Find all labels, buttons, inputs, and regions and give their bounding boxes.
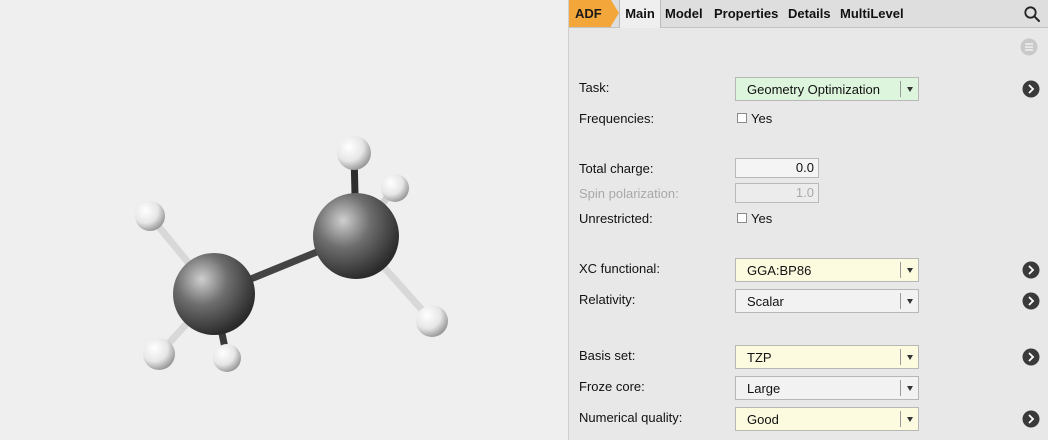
tab-properties[interactable]: Properties	[714, 0, 778, 27]
hydrogen-atom[interactable]	[416, 305, 448, 337]
tab-bar: ADF Main Model Properties Details MultiL…	[569, 0, 1048, 28]
hydrogen-atom[interactable]	[213, 344, 241, 372]
spin-polarization-input: 1.0	[735, 183, 819, 203]
molecule-viewport[interactable]	[0, 0, 568, 440]
task-details-button[interactable]	[1022, 80, 1040, 98]
chevron-down-icon	[907, 87, 913, 92]
numerical-quality-details-button[interactable]	[1022, 410, 1040, 428]
froze-core-label: Froze core:	[579, 379, 645, 394]
relativity-details-button[interactable]	[1022, 292, 1040, 310]
numerical-quality-value: Good	[747, 412, 779, 427]
froze-core-select[interactable]: Large	[735, 376, 919, 400]
dropdown-separator	[900, 411, 901, 427]
dropdown-separator	[900, 349, 901, 365]
adf-settings-panel: ADF Main Model Properties Details MultiL…	[568, 0, 1048, 440]
chevron-down-icon	[907, 268, 913, 273]
chevron-down-icon	[907, 386, 913, 391]
tab-main[interactable]: Main	[619, 0, 661, 28]
dropdown-separator	[900, 81, 901, 97]
dropdown-separator	[900, 293, 901, 309]
spin-polarization-label: Spin polarization:	[579, 186, 679, 201]
basis-set-select[interactable]: TZP	[735, 345, 919, 369]
xc-functional-label: XC functional:	[579, 261, 660, 276]
carbon-atom[interactable]	[173, 253, 255, 335]
xc-functional-value: GGA:BP86	[747, 263, 812, 278]
dropdown-separator	[900, 262, 901, 278]
frequencies-checkbox[interactable]	[737, 113, 747, 123]
hydrogen-atom[interactable]	[381, 174, 409, 202]
basis-set-details-button[interactable]	[1022, 348, 1040, 366]
task-value: Geometry Optimization	[747, 82, 880, 97]
relativity-value: Scalar	[747, 294, 784, 309]
froze-core-value: Large	[747, 381, 781, 396]
unrestricted-label: Unrestricted:	[579, 211, 653, 226]
task-label: Task:	[579, 80, 610, 95]
hydrogen-atom[interactable]	[135, 201, 165, 231]
hydrogen-atom[interactable]	[337, 136, 371, 170]
unrestricted-checkbox-label[interactable]: Yes	[751, 211, 772, 226]
carbon-atom[interactable]	[313, 193, 399, 279]
adf-tab-arrow	[611, 0, 619, 26]
search-icon[interactable]	[1023, 5, 1041, 23]
task-select[interactable]: Geometry Optimization	[735, 77, 919, 101]
dropdown-separator	[900, 380, 901, 396]
frequencies-checkbox-label[interactable]: Yes	[751, 111, 772, 126]
tab-adf[interactable]: ADF	[569, 0, 611, 27]
hydrogen-atom[interactable]	[143, 338, 175, 370]
unrestricted-checkbox[interactable]	[737, 213, 747, 223]
numerical-quality-label: Numerical quality:	[579, 410, 683, 425]
chevron-down-icon	[907, 299, 913, 304]
xc-functional-details-button[interactable]	[1022, 261, 1040, 279]
tab-multilevel[interactable]: MultiLevel	[840, 0, 904, 27]
total-charge-label: Total charge:	[579, 161, 654, 176]
tab-details[interactable]: Details	[788, 0, 831, 27]
basis-set-value: TZP	[747, 350, 772, 365]
frequencies-label: Frequencies:	[579, 111, 655, 126]
relativity-select[interactable]: Scalar	[735, 289, 919, 313]
chevron-down-icon	[907, 417, 913, 422]
ethane-molecule[interactable]	[0, 0, 568, 440]
chevron-down-icon	[907, 355, 913, 360]
numerical-quality-select[interactable]: Good	[735, 407, 919, 431]
tab-model[interactable]: Model	[665, 0, 703, 27]
menu-icon[interactable]	[1020, 38, 1038, 56]
total-charge-input[interactable]: 0.0	[735, 158, 819, 178]
basis-set-label: Basis set:	[579, 348, 636, 363]
xc-functional-select[interactable]: GGA:BP86	[735, 258, 919, 282]
relativity-label: Relativity:	[579, 292, 636, 307]
